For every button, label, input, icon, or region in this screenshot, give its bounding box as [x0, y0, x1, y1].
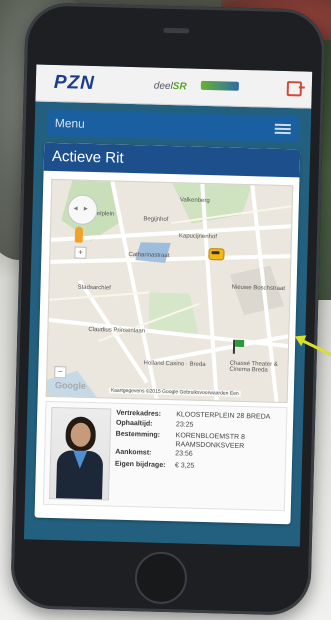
pzn-logo: PZN [53, 71, 96, 95]
zoom-out-button[interactable]: − [54, 366, 67, 379]
contribution-row: Eigen bijdrage: € 3,25 [114, 460, 195, 470]
menu-bar[interactable]: Menu [46, 109, 300, 143]
card-title: Actieve Rit [43, 142, 301, 178]
hamburger-menu-icon[interactable] [274, 123, 291, 135]
driver-photo [48, 406, 112, 501]
map-label: Catharinastraat [128, 251, 170, 260]
earpiece [163, 27, 190, 34]
ride-details: Vertrekadres: KLOOSTERPLEIN 28 BREDA Opha… [42, 400, 288, 512]
deelsr-logo-bar [200, 80, 239, 91]
map-view[interactable]: Valkenberg Kasteelplein Begijnhof Kapuci… [45, 178, 294, 404]
destination-flag-icon[interactable] [232, 339, 236, 354]
home-button[interactable] [134, 551, 188, 605]
phone-screen: PZN deelSR Menu Actieve Rit Valkenberg K… [23, 64, 313, 547]
map-label: Stadsarchief [77, 284, 111, 292]
menu-label: Menu [54, 115, 86, 131]
smartphone-frame: PZN deelSR Menu Actieve Rit Valkenberg K… [10, 2, 326, 616]
map-label: Begijnhof [143, 216, 169, 223]
map-label: Valkenberg [179, 197, 210, 205]
map-label: Chassé Theater & Cinema Breda [229, 360, 278, 374]
logout-icon[interactable] [286, 81, 303, 97]
taxi-marker-icon[interactable] [208, 248, 225, 261]
ride-details-list: Vertrekadres: KLOOSTERPLEIN 28 BREDA Opha… [115, 410, 283, 474]
pegman-icon[interactable] [74, 226, 84, 243]
google-logo: Google [54, 380, 87, 391]
zoom-in-button[interactable]: + [74, 246, 87, 259]
deelsr-logo: deelSR [153, 80, 187, 93]
map-label: Kapucijnenhof [178, 233, 218, 241]
active-ride-card: Actieve Rit Valkenberg Kasteelplein Begi… [34, 142, 301, 525]
app-header: PZN deelSR [35, 64, 313, 109]
